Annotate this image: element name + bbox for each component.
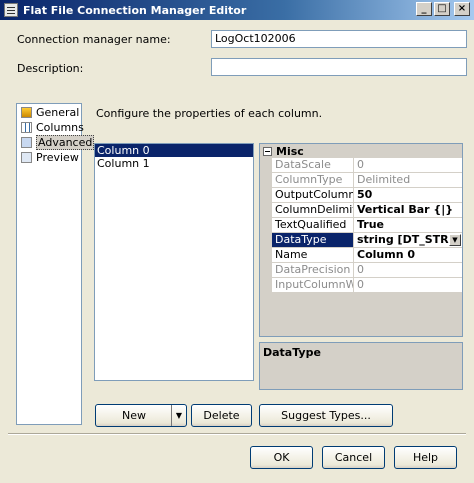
app-icon <box>4 3 18 17</box>
divider <box>8 433 466 435</box>
close-button[interactable]: × <box>454 2 470 16</box>
property-value[interactable]: Column 0 <box>354 248 462 262</box>
property-name: DataScale <box>272 158 354 172</box>
property-name: ColumnType <box>272 173 354 187</box>
chevron-down-icon[interactable]: ▼ <box>171 405 186 426</box>
ok-button[interactable]: OK <box>250 446 313 469</box>
column-list-item[interactable]: Column 0 <box>95 144 253 157</box>
property-row[interactable]: ColumnDelimiter Vertical Bar {|} <box>260 203 462 218</box>
title-bar: Flat File Connection Manager Editor _ □ … <box>0 0 474 20</box>
property-value: 0 <box>354 158 462 172</box>
property-row[interactable]: DataScale 0 <box>260 158 462 173</box>
cancel-button[interactable]: Cancel <box>322 446 385 469</box>
page-nav: General Columns Advanced Preview <box>16 103 95 425</box>
nav-item-columns[interactable]: Columns <box>17 120 84 134</box>
column-list[interactable]: Column 0 Column 1 <box>94 143 254 381</box>
property-name: ColumnDelimiter <box>272 203 354 217</box>
description-title: DataType <box>263 346 321 359</box>
nav-label: Preview <box>36 150 79 164</box>
property-row[interactable]: TextQualified True <box>260 218 462 233</box>
property-row[interactable]: InputColumnWidth 0 <box>260 278 462 293</box>
general-icon <box>21 106 32 118</box>
columns-icon <box>21 121 32 133</box>
description-label: Description: <box>17 62 84 75</box>
nav-item-general[interactable]: General <box>17 105 81 119</box>
chevron-down-icon[interactable]: ▼ <box>449 234 461 246</box>
property-name: DataType <box>272 233 354 247</box>
property-name: InputColumnWidth <box>272 278 354 292</box>
property-value: string [DT_STR] <box>357 233 454 246</box>
property-value[interactable]: True <box>354 218 462 232</box>
description-input[interactable] <box>211 58 467 76</box>
nav-item-advanced[interactable]: Advanced <box>17 134 95 150</box>
help-button[interactable]: Help <box>394 446 457 469</box>
property-value: Delimited <box>354 173 462 187</box>
new-button[interactable]: New ▼ <box>95 404 187 427</box>
property-value[interactable]: 50 <box>354 188 462 202</box>
suggest-types-button[interactable]: Suggest Types... <box>259 404 393 427</box>
nav-label: Columns <box>36 120 84 134</box>
column-list-item[interactable]: Column 1 <box>95 157 253 170</box>
window-title: Flat File Connection Manager Editor <box>23 3 247 17</box>
datatype-dropdown[interactable]: string [DT_STR] ▼ <box>354 233 462 247</box>
property-description-pane: DataType <box>259 342 463 390</box>
property-value: 0 <box>354 263 462 277</box>
delete-button[interactable]: Delete <box>191 404 252 427</box>
property-value[interactable]: Vertical Bar {|} <box>354 203 462 217</box>
property-grid: Misc DataScale 0 ColumnType Delimited Ou… <box>259 143 463 337</box>
property-name: Name <box>272 248 354 262</box>
name-input[interactable]: LogOct102006 <box>211 30 467 48</box>
category-misc[interactable]: Misc <box>260 144 462 158</box>
property-row[interactable]: ColumnType Delimited <box>260 173 462 188</box>
category-label: Misc <box>276 144 304 158</box>
nav-item-preview[interactable]: Preview <box>17 150 81 164</box>
property-name: DataPrecision <box>272 263 354 277</box>
property-row[interactable]: DataPrecision 0 <box>260 263 462 278</box>
property-name: OutputColumnWid <box>272 188 354 202</box>
name-label: Connection manager name: <box>17 33 171 46</box>
nav-label: General <box>36 105 80 119</box>
property-row[interactable]: Name Column 0 <box>260 248 462 263</box>
preview-icon <box>21 151 32 163</box>
minimize-button[interactable]: _ <box>416 2 432 16</box>
nav-label: Advanced <box>36 134 95 150</box>
new-button-label: New <box>122 409 146 422</box>
instruction-text: Configure the properties of each column. <box>96 107 323 120</box>
collapse-icon[interactable] <box>263 146 272 156</box>
advanced-icon <box>21 136 32 148</box>
property-row[interactable]: OutputColumnWid 50 <box>260 188 462 203</box>
maximize-button[interactable]: □ <box>434 2 450 16</box>
property-row-selected[interactable]: DataType string [DT_STR] ▼ <box>260 233 462 248</box>
property-value: 0 <box>354 278 462 292</box>
property-name: TextQualified <box>272 218 354 232</box>
